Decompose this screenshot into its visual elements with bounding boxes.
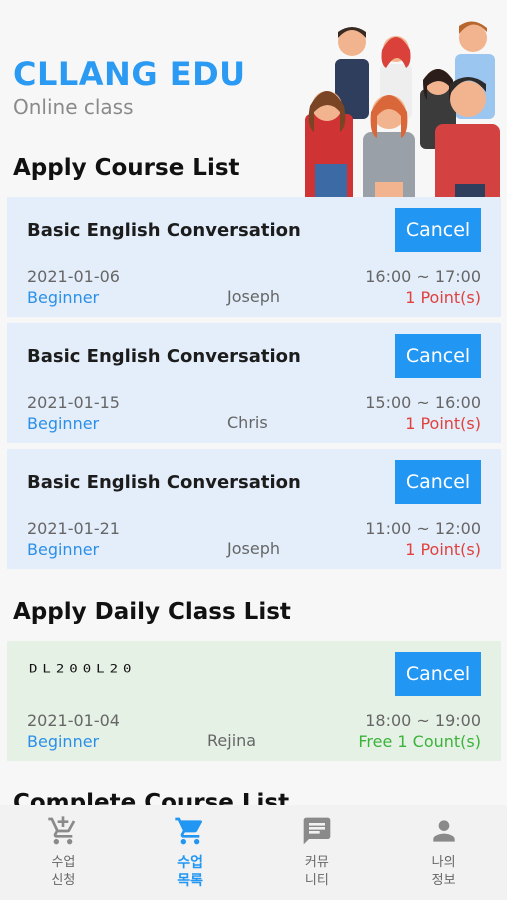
course-date: 2021-01-21 [27,519,120,538]
cancel-button[interactable]: Cancel [395,334,481,378]
course-level: Beginner [27,732,100,751]
tab-label: 수업 신청 [51,854,76,887]
course-level: Beginner [27,540,100,559]
course-date: 2021-01-06 [27,267,120,286]
tab-community[interactable]: 커뮤 니티 [254,805,381,900]
course-card: Basic English Conversation Cancel 2021-0… [7,449,501,569]
course-points: 1 Point(s) [405,540,481,559]
course-time: 11:00 ~ 12:00 [365,519,481,538]
course-card: Basic English Conversation Cancel 2021-0… [7,323,501,443]
daily-class-code: DL200L20 [29,663,137,676]
brand-header: CLLANG EDU Online class [13,55,246,119]
course-time: 18:00 ~ 19:00 [365,711,481,730]
course-level: Beginner [27,414,100,433]
course-points: 1 Point(s) [405,414,481,433]
course-time: 16:00 ~ 17:00 [365,267,481,286]
course-title: Basic English Conversation [27,346,301,367]
section-title-apply-daily: Apply Daily Class List [13,599,291,625]
course-points: 1 Point(s) [405,288,481,307]
course-level: Beginner [27,288,100,307]
course-title: Basic English Conversation [27,220,301,241]
tab-label: 수업 목록 [177,854,203,888]
tab-my-info[interactable]: 나의 정보 [380,805,507,900]
tab-class-list[interactable]: 수업 목록 [127,805,254,900]
add-shopping-cart-icon [48,816,76,845]
shopping-cart-icon [175,817,203,845]
tab-apply-class[interactable]: 수업 신청 [0,805,127,900]
cancel-button[interactable]: Cancel [395,460,481,504]
cancel-button[interactable]: Cancel [395,652,481,696]
tab-label: 커뮤 니티 [304,854,329,887]
cancel-button[interactable]: Cancel [395,208,481,252]
section-title-apply-course: Apply Course List [13,155,240,181]
brand-title: CLLANG EDU [13,55,246,93]
brand-subtitle: Online class [13,95,134,119]
daily-class-card: DL200L20 Cancel 2021-01-04 18:00 ~ 19:00… [7,641,501,761]
people-illustration [305,14,505,217]
course-teacher: Joseph [227,539,280,558]
bottom-tab-bar: 수업 신청 수업 목록 커뮤 니티 나의 정보 [0,805,507,900]
course-date: 2021-01-15 [27,393,120,412]
course-date: 2021-01-04 [27,711,120,730]
course-time: 15:00 ~ 16:00 [365,393,481,412]
course-teacher: Chris [227,413,268,432]
course-teacher: Joseph [227,287,280,306]
course-teacher: Rejina [207,731,257,750]
chat-icon [303,817,331,845]
person-icon [432,820,455,842]
tab-label: 나의 정보 [431,854,456,887]
course-card: Basic English Conversation Cancel 2021-0… [7,197,501,317]
course-title: Basic English Conversation [27,472,301,493]
course-count: Free 1 Count(s) [358,732,481,751]
